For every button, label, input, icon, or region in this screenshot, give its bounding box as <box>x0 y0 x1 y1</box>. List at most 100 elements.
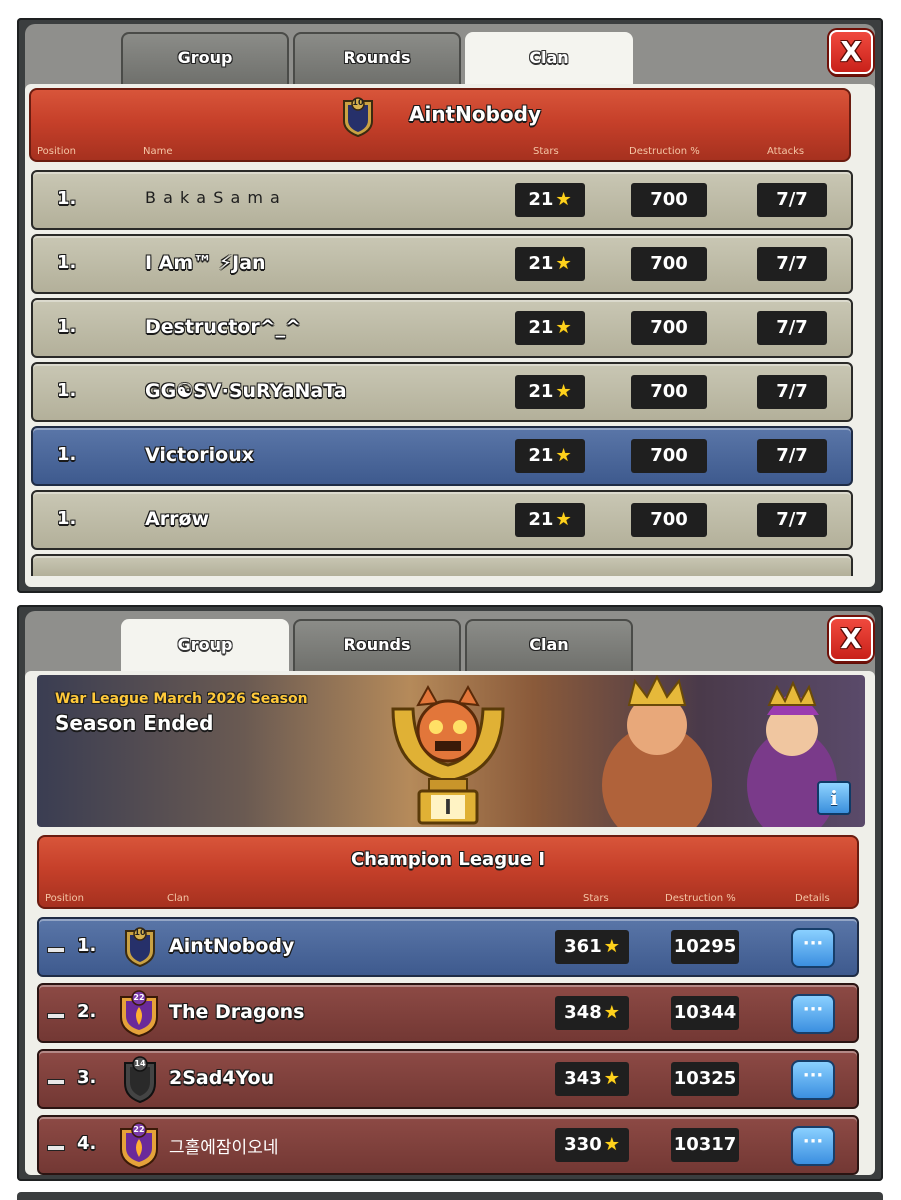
member-position: 1. <box>57 380 77 401</box>
info-button[interactable]: i <box>817 781 851 815</box>
close-button[interactable]: X <box>829 30 873 74</box>
clan-name: AintNobody <box>408 102 542 126</box>
column-header-position: Position <box>37 146 76 157</box>
member-row-partial <box>31 554 853 576</box>
next-panel-partial <box>17 1192 883 1200</box>
info-icon: i <box>830 786 838 810</box>
clan-position: 4. <box>77 1133 97 1154</box>
season-title: War League March 2026 Season <box>55 691 308 707</box>
clan-badge-icon: 22 <box>117 989 161 1038</box>
details-button[interactable]: ··· <box>791 928 835 968</box>
clan-header: 10 AintNobody Position Name Stars Destru… <box>29 88 851 162</box>
star-icon: ★ <box>603 936 620 957</box>
member-stars: 21 ★ <box>515 503 585 537</box>
league-name: Champion League I <box>350 849 546 870</box>
clan-destruction: 10317 <box>671 1128 739 1162</box>
clan-name: AintNobody <box>169 935 295 957</box>
clan-row[interactable]: 4. 22 그홀에잠이오네 330 ★ 10317 ··· <box>37 1115 859 1175</box>
clan-row-highlighted[interactable]: 1. 10 AintNobody 361 ★ 10295 ··· <box>37 917 859 977</box>
tab-rounds[interactable]: Rounds <box>293 32 461 86</box>
stars-value: 21 <box>528 381 554 402</box>
clan-badge-level: 14 <box>134 1059 146 1068</box>
tab-clan[interactable]: Clan <box>465 32 633 88</box>
member-row[interactable]: 1. GG☯SV·SuRYaNaTa 21 ★ 700 7/7 <box>31 362 853 422</box>
league-group-panel: Group Rounds Clan X War League March 202… <box>17 605 883 1181</box>
column-header-details: Details <box>795 893 830 904</box>
member-row[interactable]: 1. Destructor^_^ 21 ★ 700 7/7 <box>31 298 853 358</box>
member-destruction: 700 <box>631 503 707 537</box>
tab-clan[interactable]: Clan <box>465 619 633 673</box>
member-attacks: 7/7 <box>757 439 827 473</box>
column-header-destruction: Destruction % <box>665 893 736 904</box>
member-name: I Am™ ⚡Jan <box>145 252 266 274</box>
clan-badge-level: 22 <box>133 993 145 1002</box>
rank-change-icon <box>47 1013 65 1019</box>
clan-name: 그홀에잠이오네 <box>169 1138 279 1158</box>
star-icon: ★ <box>555 253 572 274</box>
league-header: Champion League I Position Clan Stars De… <box>37 835 859 909</box>
column-header-attacks: Attacks <box>767 146 805 157</box>
star-icon: ★ <box>555 381 572 402</box>
rank-change-icon <box>47 1145 65 1151</box>
tab-group[interactable]: Group <box>121 32 289 86</box>
season-banner: War League March 2026 Season Season Ende… <box>37 675 865 827</box>
hero-characters-image <box>557 675 857 827</box>
member-row[interactable]: 1. I Am™ ⚡Jan 21 ★ 700 7/7 <box>31 234 853 294</box>
tab-rounds[interactable]: Rounds <box>293 619 461 673</box>
stars-value: 21 <box>528 253 554 274</box>
star-icon: ★ <box>603 1068 620 1089</box>
clan-badge-icon: 14 <box>121 1055 159 1104</box>
member-attacks: 7/7 <box>757 183 827 217</box>
member-row[interactable]: 1. B a k a S a m a 21 ★ 700 7/7 <box>31 170 853 230</box>
member-row-highlighted[interactable]: 1. Victorioux 21 ★ 700 7/7 <box>31 426 853 486</box>
member-stars: 21 ★ <box>515 183 585 217</box>
clan-row[interactable]: 3. 14 2Sad4You 343 ★ 10325 ··· <box>37 1049 859 1109</box>
tab-group[interactable]: Group <box>121 619 289 675</box>
column-header-stars: Stars <box>533 146 559 157</box>
member-position: 1. <box>57 252 77 273</box>
clan-badge-level: 22 <box>133 1125 145 1134</box>
member-attacks: 7/7 <box>757 375 827 409</box>
member-stars: 21 ★ <box>515 375 585 409</box>
clan-badge-icon: 10 <box>123 927 157 968</box>
clan-row[interactable]: 2. 22 The Dragons 348 ★ 10344 ··· <box>37 983 859 1043</box>
stars-value: 21 <box>528 509 554 530</box>
member-position: 1. <box>57 188 77 209</box>
clan-badge-icon: 22 <box>117 1121 161 1170</box>
star-icon: ★ <box>555 189 572 210</box>
star-icon: ★ <box>603 1002 620 1023</box>
stars-value: 361 <box>564 936 602 957</box>
content-area: War League March 2026 Season Season Ende… <box>25 671 875 1175</box>
details-button[interactable]: ··· <box>791 994 835 1034</box>
stars-value: 21 <box>528 317 554 338</box>
member-row[interactable]: 1. Arrøw 21 ★ 700 7/7 <box>31 490 853 550</box>
clan-name: The Dragons <box>169 1001 305 1023</box>
details-button[interactable]: ··· <box>791 1060 835 1100</box>
close-button[interactable]: X <box>829 617 873 661</box>
clan-name: 2Sad4You <box>169 1067 275 1089</box>
league-trophy-icon: I <box>373 681 523 827</box>
rank-change-icon <box>47 1079 65 1085</box>
member-position: 1. <box>57 444 77 465</box>
stars-value: 330 <box>564 1134 602 1155</box>
member-attacks: 7/7 <box>757 311 827 345</box>
details-button[interactable]: ··· <box>791 1126 835 1166</box>
clan-destruction: 10295 <box>671 930 739 964</box>
member-stars: 21 ★ <box>515 247 585 281</box>
clan-position: 2. <box>77 1001 97 1022</box>
clan-stars: 343 ★ <box>555 1062 629 1096</box>
clan-stars: 361 ★ <box>555 930 629 964</box>
member-stars: 21 ★ <box>515 439 585 473</box>
stars-value: 21 <box>528 189 554 210</box>
stars-value: 343 <box>564 1068 602 1089</box>
star-icon: ★ <box>555 317 572 338</box>
season-status: Season Ended <box>55 711 214 735</box>
stars-value: 348 <box>564 1002 602 1023</box>
member-attacks: 7/7 <box>757 503 827 537</box>
clan-position: 1. <box>77 935 97 956</box>
member-destruction: 700 <box>631 311 707 345</box>
star-icon: ★ <box>603 1134 620 1155</box>
clan-destruction: 10325 <box>671 1062 739 1096</box>
clan-position: 3. <box>77 1067 97 1088</box>
member-position: 1. <box>57 508 77 529</box>
